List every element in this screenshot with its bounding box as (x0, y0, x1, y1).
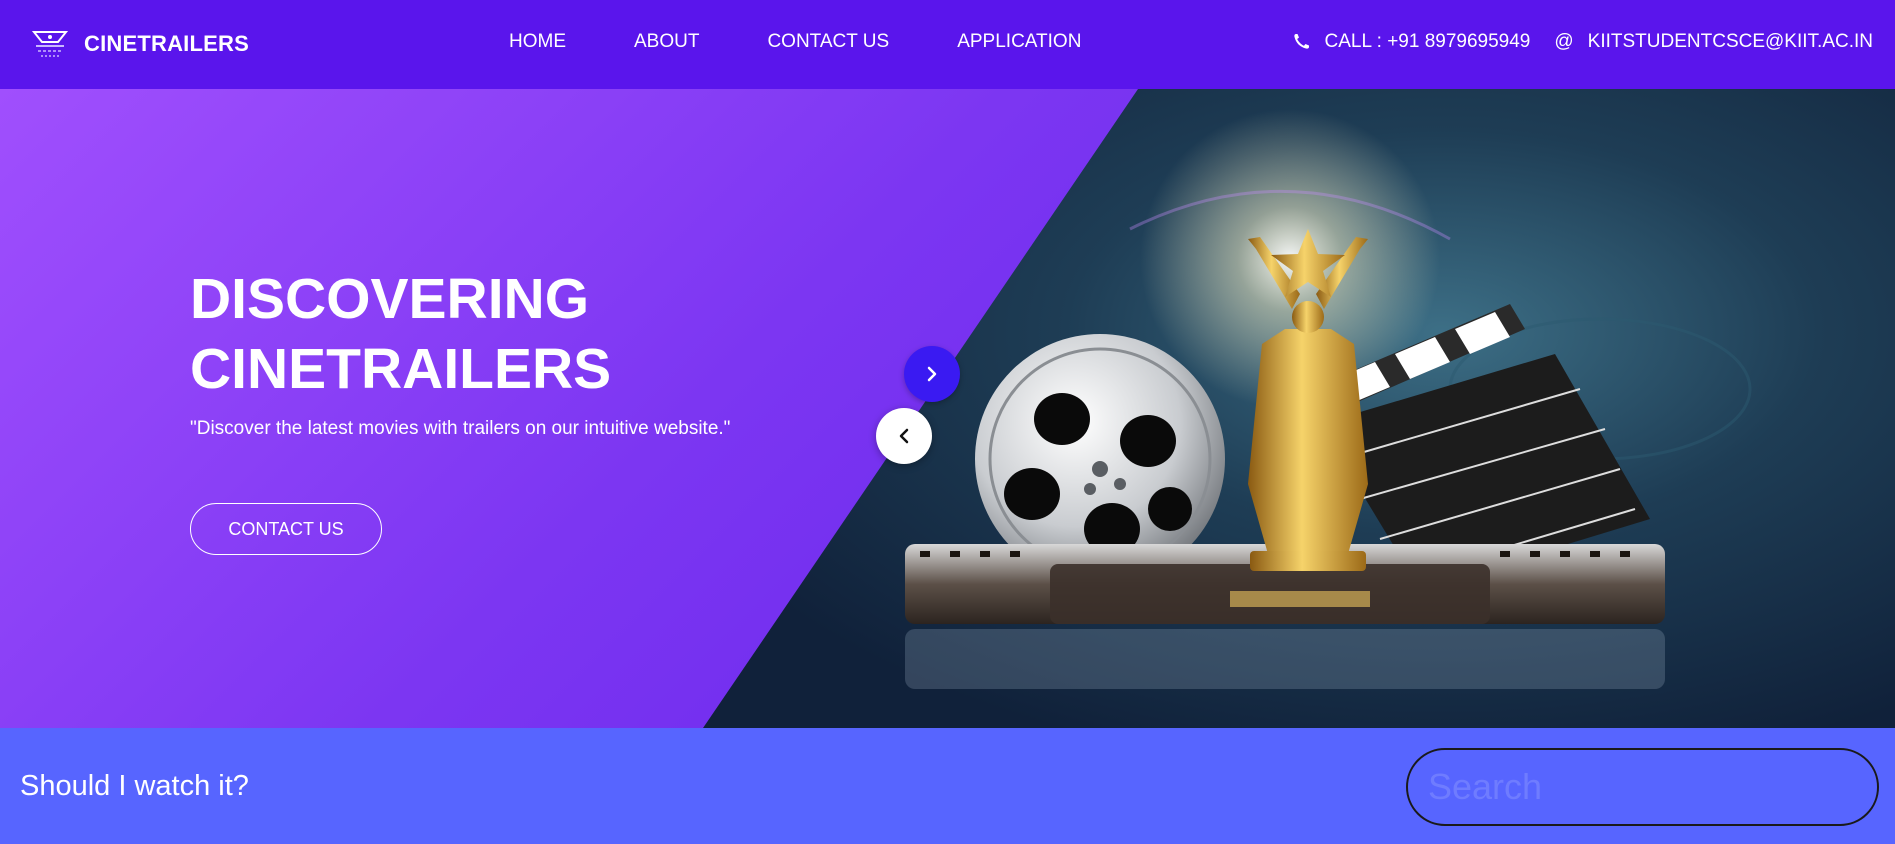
carousel-prev-button[interactable] (876, 408, 932, 464)
top-navbar: CINETRAILERS HOME ABOUT CONTACT US APPLI… (0, 0, 1895, 89)
at-icon: @ (1554, 31, 1574, 52)
main-nav: HOME ABOUT CONTACT US APPLICATION (509, 31, 1149, 53)
hero-banner: DISCOVERING CINETRAILERS "Discover the l… (0, 89, 1895, 728)
search-section: Should I watch it? (0, 728, 1895, 844)
brand-name: CINETRAILERS (84, 31, 249, 56)
film-logo-icon (31, 31, 69, 57)
contact-info: CALL : +91 8979695949 @ KIITSTUDENTCSCE@… (1291, 31, 1873, 53)
nav-contact-us[interactable]: CONTACT US (767, 31, 889, 53)
hero-title: DISCOVERING CINETRAILERS (190, 267, 612, 401)
film-reel-trophy-clapperboard-illustration (703, 89, 1895, 728)
hero-contact-button[interactable]: CONTACT US (190, 503, 382, 555)
brand-link[interactable]: CINETRAILERS (28, 22, 249, 66)
nav-home[interactable]: HOME (509, 31, 566, 53)
phone-number[interactable]: CALL : +91 8979695949 (1325, 31, 1531, 53)
carousel-next-button[interactable] (904, 346, 960, 402)
phone-icon (1293, 34, 1309, 49)
chevron-right-icon (927, 366, 937, 382)
chevron-left-icon (899, 428, 909, 444)
nav-application[interactable]: APPLICATION (957, 31, 1081, 53)
email-address[interactable]: KIITSTUDENTCSCE@KIIT.AC.IN (1588, 31, 1873, 53)
search-input[interactable] (1406, 748, 1879, 826)
hero-subtitle: "Discover the latest movies with trailer… (190, 418, 731, 439)
nav-about[interactable]: ABOUT (634, 31, 699, 53)
search-label: Should I watch it? (20, 770, 249, 802)
